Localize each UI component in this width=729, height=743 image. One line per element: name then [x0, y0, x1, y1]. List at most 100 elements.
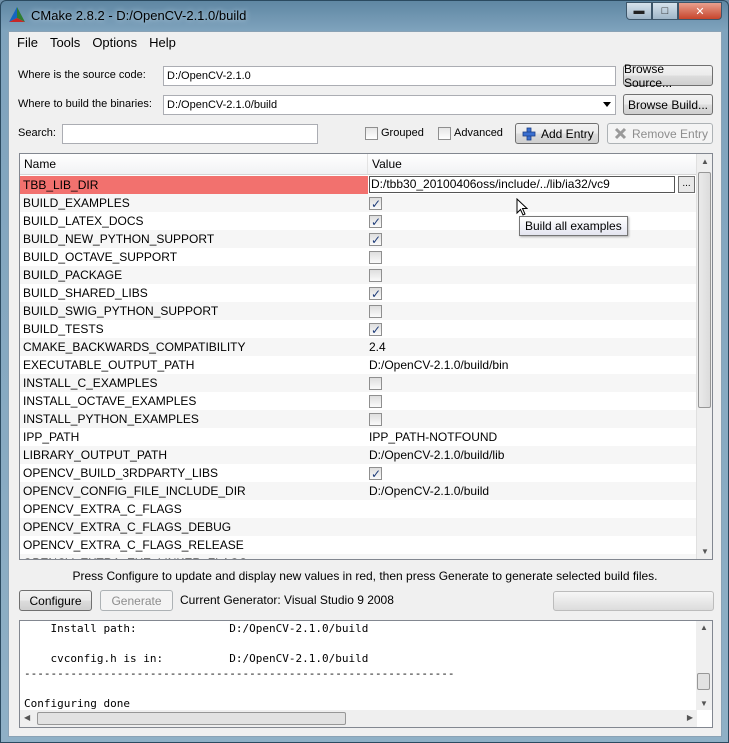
- entry-name[interactable]: IPP_PATH: [20, 428, 368, 446]
- entry-name[interactable]: INSTALL_OCTAVE_EXAMPLES: [20, 392, 368, 410]
- entry-name[interactable]: TBB_LIB_DIR: [20, 176, 368, 194]
- search-input[interactable]: [62, 124, 318, 144]
- entry-checkbox[interactable]: [369, 269, 382, 283]
- entry-name[interactable]: OPENCV_EXTRA_C_FLAGS: [20, 500, 368, 518]
- browse-source-button[interactable]: Browse Source...: [623, 62, 713, 90]
- source-path-input[interactable]: D:/OpenCV-2.1.0: [163, 66, 616, 86]
- scroll-up-arrow-icon[interactable]: ▲: [701, 157, 709, 166]
- entry-checkbox[interactable]: [369, 321, 382, 338]
- entry-name[interactable]: OPENCV_EXTRA_C_FLAGS_RELEASE: [20, 536, 368, 554]
- table-row[interactable]: INSTALL_PYTHON_EXAMPLES: [20, 410, 697, 428]
- table-row[interactable]: OPENCV_EXTRA_C_FLAGS: [20, 500, 697, 518]
- entry-value[interactable]: [368, 374, 697, 392]
- entry-value[interactable]: [368, 392, 697, 410]
- minimize-button[interactable]: ▬: [626, 2, 652, 20]
- generate-button[interactable]: Generate: [100, 590, 173, 611]
- table-row[interactable]: INSTALL_OCTAVE_EXAMPLES: [20, 392, 697, 410]
- entry-value[interactable]: IPP_PATH-NOTFOUND: [368, 428, 697, 446]
- maximize-button[interactable]: □: [652, 2, 678, 20]
- entry-value[interactable]: [368, 554, 697, 559]
- advanced-checkbox[interactable]: [438, 127, 451, 140]
- table-row[interactable]: BUILD_OCTAVE_SUPPORT: [20, 248, 697, 266]
- entry-name[interactable]: EXECUTABLE_OUTPUT_PATH: [20, 356, 368, 374]
- entry-checkbox[interactable]: [369, 195, 382, 212]
- menu-options[interactable]: Options: [86, 32, 143, 53]
- column-header-value[interactable]: Value: [368, 154, 697, 174]
- table-row[interactable]: OPENCV_EXTRA_C_FLAGS_RELEASE: [20, 536, 697, 554]
- output-log[interactable]: Install path: D:/OpenCV-2.1.0/build cvco…: [19, 620, 713, 728]
- menu-tools[interactable]: Tools: [44, 32, 86, 53]
- entry-value[interactable]: [368, 320, 697, 338]
- close-button[interactable]: ✕: [678, 2, 722, 20]
- entry-name[interactable]: OPENCV_BUILD_3RDPARTY_LIBS: [20, 464, 368, 482]
- entry-checkbox[interactable]: [369, 231, 382, 248]
- output-vertical-scrollbar[interactable]: ▲ ▼: [696, 621, 712, 710]
- entry-value[interactable]: [368, 194, 697, 212]
- table-row[interactable]: BUILD_TESTS: [20, 320, 697, 338]
- entry-value[interactable]: D:/OpenCV-2.1.0/build/bin: [368, 356, 697, 374]
- table-row[interactable]: BUILD_SWIG_PYTHON_SUPPORT: [20, 302, 697, 320]
- table-scrollbar-thumb[interactable]: [698, 172, 711, 408]
- browse-build-button[interactable]: Browse Build...: [623, 94, 713, 115]
- chevron-down-icon[interactable]: [603, 102, 611, 107]
- menu-file[interactable]: File: [11, 32, 44, 53]
- table-scrollbar[interactable]: ▲ ▼: [696, 154, 712, 559]
- title-bar[interactable]: CMake 2.8.2 - D:/OpenCV-2.1.0/build ▬ □ …: [1, 1, 728, 31]
- entry-checkbox[interactable]: [369, 377, 382, 391]
- entry-name[interactable]: CMAKE_BACKWARDS_COMPATIBILITY: [20, 338, 368, 356]
- table-row[interactable]: IPP_PATH IPP_PATH-NOTFOUND: [20, 428, 697, 446]
- entry-value[interactable]: [368, 464, 697, 482]
- table-row[interactable]: OPENCV_EXTRA_EXE_LINKER_FLAGS: [20, 554, 697, 559]
- table-row[interactable]: OPENCV_BUILD_3RDPARTY_LIBS: [20, 464, 697, 482]
- entry-value[interactable]: [368, 302, 697, 320]
- entry-value[interactable]: [368, 248, 697, 266]
- entry-checkbox[interactable]: [369, 305, 382, 319]
- table-row[interactable]: EXECUTABLE_OUTPUT_PATH D:/OpenCV-2.1.0/bu…: [20, 356, 697, 374]
- output-scroll-down-icon[interactable]: ▼: [700, 699, 708, 708]
- entry-value[interactable]: [368, 284, 697, 302]
- entry-checkbox[interactable]: [369, 213, 382, 230]
- entry-value[interactable]: [368, 518, 697, 536]
- entry-name[interactable]: OPENCV_CONFIG_FILE_INCLUDE_DIR: [20, 482, 368, 500]
- entry-value[interactable]: D:/tbb30_20100406oss/include/../lib/ia32…: [368, 176, 697, 194]
- entry-checkbox[interactable]: [369, 285, 382, 302]
- menu-help[interactable]: Help: [143, 32, 182, 53]
- scroll-down-arrow-icon[interactable]: ▼: [701, 547, 709, 556]
- table-row[interactable]: LIBRARY_OUTPUT_PATH D:/OpenCV-2.1.0/build…: [20, 446, 697, 464]
- table-row[interactable]: OPENCV_CONFIG_FILE_INCLUDE_DIR D:/OpenCV-…: [20, 482, 697, 500]
- entry-name[interactable]: BUILD_EXAMPLES: [20, 194, 368, 212]
- entry-name[interactable]: BUILD_TESTS: [20, 320, 368, 338]
- column-header-name[interactable]: Name: [20, 154, 368, 174]
- browse-path-button[interactable]: ...: [678, 176, 695, 193]
- table-row[interactable]: OPENCV_EXTRA_C_FLAGS_DEBUG: [20, 518, 697, 536]
- table-row[interactable]: BUILD_EXAMPLES: [20, 194, 697, 212]
- table-row[interactable]: BUILD_SHARED_LIBS: [20, 284, 697, 302]
- output-hscrollbar-thumb[interactable]: [37, 712, 346, 725]
- entry-name[interactable]: INSTALL_PYTHON_EXAMPLES: [20, 410, 368, 428]
- entry-checkbox[interactable]: [369, 395, 382, 409]
- table-row[interactable]: TBB_LIB_DIR D:/tbb30_20100406oss/include/…: [20, 176, 697, 194]
- entry-name[interactable]: OPENCV_EXTRA_C_FLAGS_DEBUG: [20, 518, 368, 536]
- add-entry-button[interactable]: Add Entry: [515, 123, 599, 144]
- output-scroll-right-icon[interactable]: ▶: [687, 713, 693, 722]
- output-horizontal-scrollbar[interactable]: ◀ ▶: [20, 710, 697, 727]
- remove-entry-button[interactable]: Remove Entry: [607, 123, 713, 144]
- entry-value-input[interactable]: D:/tbb30_20100406oss/include/../lib/ia32…: [369, 176, 675, 193]
- build-path-combo[interactable]: D:/OpenCV-2.1.0/build: [163, 95, 616, 115]
- grouped-checkbox[interactable]: [365, 127, 378, 140]
- entry-value[interactable]: D:/OpenCV-2.1.0/build/lib: [368, 446, 697, 464]
- entry-name[interactable]: BUILD_PACKAGE: [20, 266, 368, 284]
- entry-name[interactable]: OPENCV_EXTRA_EXE_LINKER_FLAGS: [20, 554, 368, 559]
- entry-name[interactable]: BUILD_SHARED_LIBS: [20, 284, 368, 302]
- entry-checkbox[interactable]: [369, 251, 382, 265]
- entry-name[interactable]: BUILD_NEW_PYTHON_SUPPORT: [20, 230, 368, 248]
- entry-value[interactable]: [368, 536, 697, 554]
- entry-value[interactable]: [368, 266, 697, 284]
- entry-name[interactable]: LIBRARY_OUTPUT_PATH: [20, 446, 368, 464]
- table-row[interactable]: INSTALL_C_EXAMPLES: [20, 374, 697, 392]
- entry-checkbox[interactable]: [369, 413, 382, 427]
- entry-name[interactable]: BUILD_SWIG_PYTHON_SUPPORT: [20, 302, 368, 320]
- output-scroll-up-icon[interactable]: ▲: [700, 623, 708, 632]
- entry-name[interactable]: INSTALL_C_EXAMPLES: [20, 374, 368, 392]
- configure-button[interactable]: Configure: [19, 590, 92, 611]
